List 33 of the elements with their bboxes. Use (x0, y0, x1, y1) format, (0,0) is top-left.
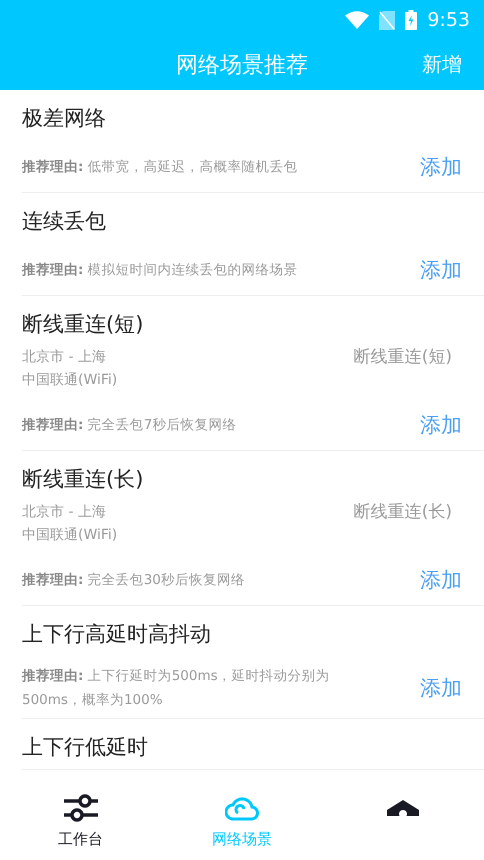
screen-title: 网络场景推荐 (176, 52, 308, 80)
location-text: 中国联通(WiFi) (22, 526, 118, 545)
add-button[interactable]: 添加 (420, 566, 462, 594)
recommend-reason: 推荐理由: 模拟短时间内连续丢包的网络场景 (22, 261, 298, 280)
tab[interactable]: 网络场景 (161, 780, 323, 860)
add-button[interactable]: 添加 (420, 256, 462, 284)
cloud-icon (224, 795, 259, 821)
scene-name: 断线重连(短) (354, 346, 452, 369)
scenario-title: 断线重连(长) (22, 466, 144, 493)
scenario-title: 连续丢包 (22, 208, 107, 235)
scenario-title: 上下行低延时 (22, 734, 149, 761)
scenario-title: 极差网络 (22, 105, 107, 132)
recommend-reason: 推荐理由: 低带宽，高延迟，高概率随机丢包 (22, 158, 298, 177)
recommend-reason: 推荐理由: 完全丢包7秒后恢复网络 (22, 416, 236, 435)
recommend-reason: 推荐理由: 完全丢包30秒后恢复网络 (22, 571, 245, 590)
add-button[interactable]: 添加 (420, 411, 462, 439)
house-icon (387, 800, 420, 816)
scene-name: 断线重连(长) (354, 501, 452, 524)
battery-charging-icon (405, 10, 418, 30)
scenario-title: 上下行高延时高抖动 (22, 621, 212, 648)
location-text: 北京市 - 上海 (22, 503, 107, 522)
no-sim-icon (379, 10, 396, 30)
tab[interactable]: 工作台 (0, 780, 162, 860)
sliders-icon (64, 793, 98, 823)
new-button[interactable]: 新增 (422, 51, 462, 78)
recommend-reason: 推荐理由: 上下行延时为500ms，延时抖动分别为500ms，概率为100% (22, 667, 331, 710)
status-time: 9:53 (427, 9, 470, 31)
location-text: 中国联通(WiFi) (22, 371, 118, 390)
add-button[interactable]: 添加 (420, 674, 462, 702)
location-text: 北京市 - 上海 (22, 348, 107, 367)
add-button[interactable]: 添加 (420, 153, 462, 181)
wifi-icon (345, 11, 370, 29)
scenario-title: 断线重连(短) (22, 311, 144, 338)
